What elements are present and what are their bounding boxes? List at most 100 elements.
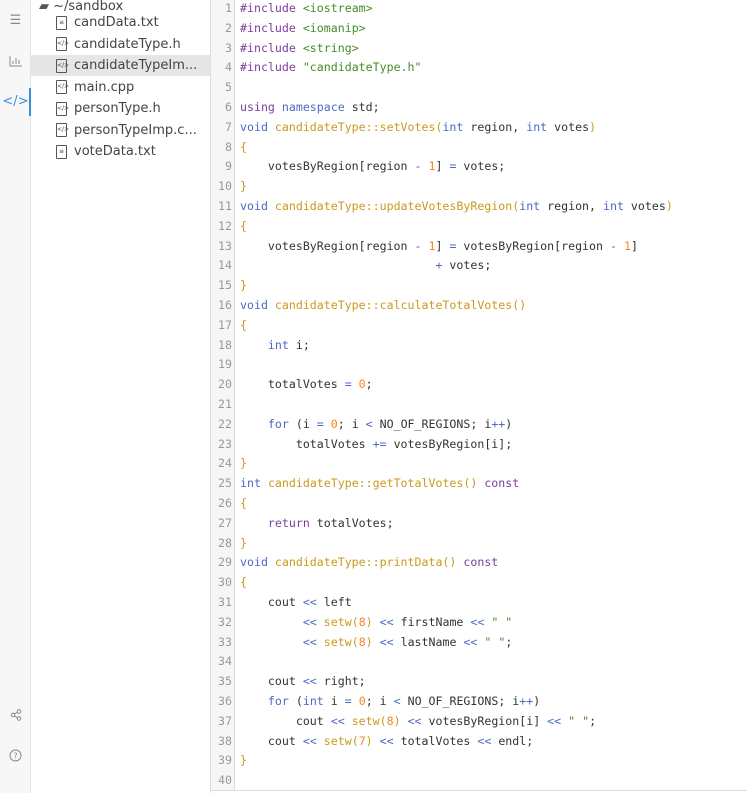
code-token: cout: [240, 674, 303, 689]
code-token: cout: [240, 595, 303, 609]
code-token: <<: [477, 733, 492, 748]
code-token: ): [665, 199, 673, 213]
code-token: ;: [505, 634, 513, 649]
code-line: 25 int candidateType::getTotalVotes() con…: [211, 473, 747, 493]
code-token: }: [240, 535, 247, 550]
code-line: 12 {: [211, 216, 747, 236]
code-token: setw(: [323, 733, 359, 748]
code-token: using: [240, 100, 275, 114]
line-number: 25: [218, 476, 232, 491]
chart-icon[interactable]: [0, 55, 31, 71]
code-token: 0: [358, 377, 366, 392]
code-token: votesByRegion[region: [456, 238, 610, 253]
code-token: setw(: [323, 634, 359, 649]
code-token: {: [240, 317, 247, 332]
code-token: setw(: [323, 614, 359, 629]
line-number: 9: [225, 159, 232, 174]
line-number: 22: [218, 416, 232, 431]
code-token: 8: [358, 614, 366, 629]
code-line: 22 for (i = 0; i < NO_OF_REGIONS; i++): [211, 414, 747, 434]
line-number: 6: [225, 100, 232, 114]
code-token: setw(: [351, 713, 387, 728]
code-token: 1: [623, 238, 631, 253]
code-line: 23 totalVotes += votesByRegion[i];: [211, 434, 747, 454]
line-number: 3: [225, 40, 232, 55]
code-token: ]: [630, 238, 638, 253]
line-number: 27: [218, 515, 232, 530]
code-token: i;: [288, 337, 310, 352]
line-number: 14: [218, 258, 232, 273]
code-line: 17 {: [211, 315, 747, 335]
code-token: ): [365, 614, 373, 629]
code-line: 30 {: [211, 572, 747, 592]
code-token: ): [533, 694, 541, 708]
line-number: 4: [225, 60, 232, 75]
code-line: 5: [211, 77, 747, 97]
code-line: 10}: [211, 176, 747, 196]
code-line: 33 << setw(8) << lastName << " ";: [211, 632, 747, 652]
code-token: candidateType::updateVotesByRegion(: [274, 199, 520, 213]
code-token: candidateType::printData(): [274, 555, 457, 570]
code-token: votesByRegion[region: [240, 159, 415, 174]
code-line: 37 cout << setw(8) << votesByRegion[i] <…: [211, 711, 747, 731]
file-name: voteData.txt: [74, 144, 156, 159]
file-item[interactable]: </> candidateTypeIm...: [31, 55, 210, 76]
code-file-icon: </>: [56, 101, 69, 116]
code-line: 8{: [211, 137, 747, 157]
code-token: <<: [407, 713, 422, 728]
code-line: 39}: [211, 750, 747, 770]
code-editor[interactable]: 1 #include <iostream> 2 #include <iomanip> 3…: [211, 0, 747, 793]
code-token: #include: [240, 40, 296, 55]
code-token: for: [267, 694, 289, 708]
code-token: firstName: [393, 614, 471, 629]
code-token: =: [316, 416, 324, 431]
file-item[interactable]: </> personTypeImp.c...: [31, 120, 210, 141]
help-icon[interactable]: ?: [0, 749, 31, 766]
code-token: " ": [568, 713, 590, 728]
code-line: 6 using namespace std;: [211, 97, 747, 117]
code-token: int: [240, 476, 261, 491]
code-token: }: [240, 179, 247, 194]
file-name: candData.txt: [74, 15, 159, 30]
line-number: 40: [218, 773, 232, 788]
text-file-icon: ≡: [56, 144, 67, 159]
code-token: <<: [330, 713, 345, 728]
code-token: (i: [288, 416, 317, 431]
code-line: 16 void candidateType::calculateTotalVote…: [211, 295, 747, 315]
file-item[interactable]: </> personType.h: [31, 98, 210, 119]
code-line: 19: [211, 354, 747, 374]
line-number: 26: [218, 496, 232, 510]
file-item[interactable]: ≡ voteData.txt: [31, 141, 210, 162]
code-token: cout: [240, 713, 331, 728]
code-line: 20 totalVotes = 0;: [211, 374, 747, 394]
code-token: region,: [463, 119, 527, 134]
line-number: 33: [218, 634, 232, 649]
file-item[interactable]: ≡ candData.txt: [31, 12, 210, 33]
code-line: 3 #include <string>: [211, 38, 747, 58]
file-item[interactable]: </> main.cpp: [31, 77, 210, 98]
code-file-icon: </>: [56, 80, 69, 94]
code-token: i: [323, 694, 345, 708]
code-token: totalVotes: [393, 733, 478, 748]
code-line: 35 cout << right;: [211, 671, 747, 691]
line-number: 29: [218, 555, 232, 570]
line-number: 30: [218, 575, 232, 590]
code-token: void: [240, 298, 268, 312]
checklist-icon[interactable]: ☰: [0, 13, 31, 28]
share-icon[interactable]: [0, 709, 31, 725]
code-token: const: [484, 476, 520, 491]
code-icon[interactable]: </>: [0, 94, 31, 109]
file-item[interactable]: </> candidateType.h: [31, 34, 210, 55]
code-token: #include: [240, 1, 296, 15]
